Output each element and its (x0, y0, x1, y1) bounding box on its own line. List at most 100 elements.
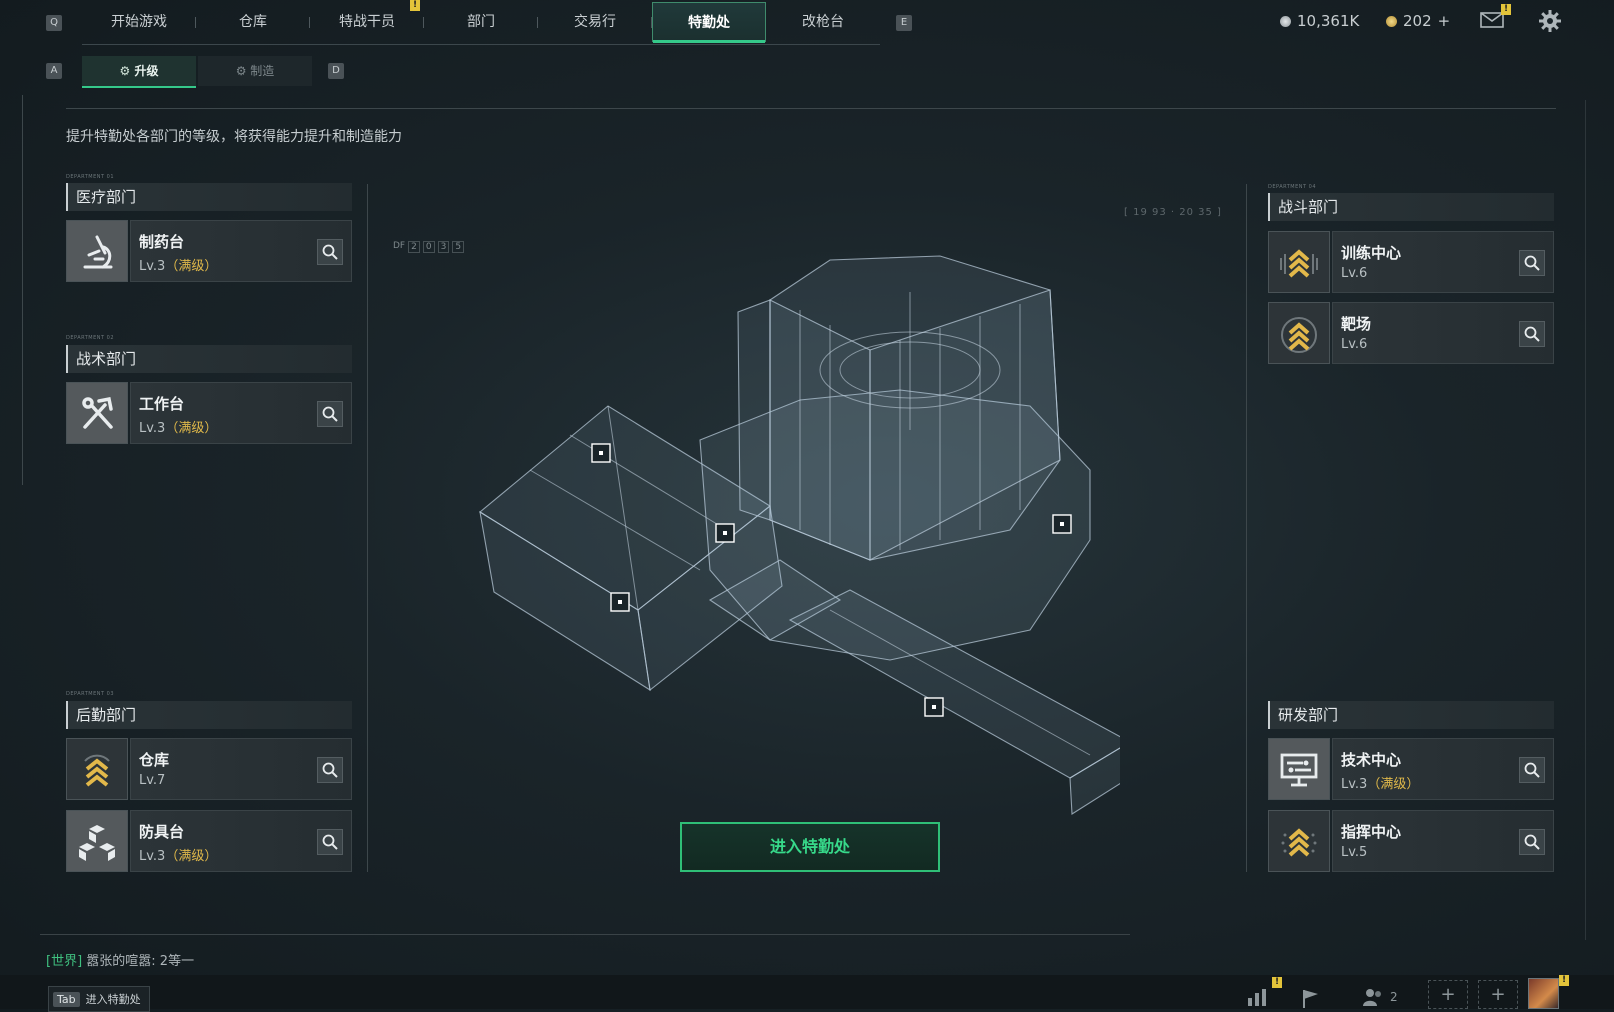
facility-level: Lv.3（满级） (139, 417, 217, 436)
facility-level: Lv.6 (1341, 266, 1367, 281)
command-center-icon-box (1268, 810, 1330, 872)
chat-message[interactable]: [世界] 嚣张的喧嚣: 2等一 (46, 950, 194, 969)
key-hint-d: D (328, 63, 344, 79)
flag-button[interactable] (1300, 988, 1320, 1012)
silver-amount: 10,361K (1297, 12, 1360, 30)
search-icon (322, 406, 338, 422)
gold-currency: 202 + (1386, 12, 1450, 30)
center-left-bracket (367, 184, 368, 872)
training-center-icon-box (1268, 231, 1330, 293)
search-icon (322, 244, 338, 260)
chevron-rank-icon (84, 754, 110, 787)
facility-name: 工作台 (139, 395, 185, 413)
training-center-detail-button[interactable] (1519, 250, 1545, 276)
tab-start-game[interactable]: 开始游戏 (82, 2, 196, 42)
search-icon (1524, 762, 1540, 778)
gold-amount: 202 (1403, 12, 1432, 30)
silver-coin-icon (1280, 15, 1291, 27)
add-team-slot-2[interactable]: + (1478, 980, 1518, 1009)
facility-card-training-center[interactable]: 训练中心 Lv.6 (1268, 231, 1554, 293)
facility-level-value: Lv.7 (139, 773, 166, 788)
pharmacy-detail-button[interactable] (317, 239, 343, 265)
facility-level: Lv.5 (1341, 845, 1367, 860)
facility-name: 指挥中心 (1341, 823, 1402, 841)
facility-maxed: （满级） (165, 421, 218, 436)
tab-operators-label: 特战干员 (339, 14, 395, 30)
avatar[interactable] (1528, 978, 1559, 1009)
hud-code-digit: 5 (452, 241, 465, 253)
friends-count: 2 (1390, 990, 1398, 1004)
dept-title-logistics: 后勤部门 (66, 701, 352, 729)
subtab-upgrade-label: 升级 (134, 64, 159, 78)
tab-special-ops[interactable]: 特勤处 (652, 2, 766, 43)
shooting-range-detail-button[interactable] (1519, 321, 1545, 347)
hud-code-digit: 0 (422, 241, 435, 253)
tab-trade[interactable]: 交易行 (538, 2, 652, 42)
dept-code-tactical: DEPARTMENT 02 (66, 335, 115, 341)
facility-card-tech-center[interactable]: 技术中心 Lv.3（满级） (1268, 738, 1554, 800)
facility-level-value: Lv.3 (139, 849, 166, 864)
facility-card-shooting-range[interactable]: 靶场 Lv.6 (1268, 302, 1554, 364)
tab-shortcut-hint[interactable]: Tab 进入特勤处 (48, 986, 150, 1012)
hud-code-digit: 3 (437, 241, 450, 253)
facility-name: 靶场 (1341, 315, 1372, 333)
plus-icon: + (1440, 984, 1456, 1005)
armor-bench-icon-box (66, 810, 128, 872)
add-team-slot-1[interactable]: + (1428, 980, 1468, 1009)
warehouse-detail-button[interactable] (317, 757, 343, 783)
facility-level-value: Lv.3 (139, 259, 166, 274)
facility-card-workbench[interactable]: 工作台 Lv.3（满级） (66, 382, 352, 444)
facility-level: Lv.7 (139, 773, 165, 788)
tab-department[interactable]: 部门 (424, 2, 538, 42)
key-hint-e: E (896, 15, 912, 31)
facility-level-value: Lv.3 (1341, 777, 1368, 792)
tab-gunsmith[interactable]: 改枪台 (766, 2, 880, 42)
subtab-upgrade[interactable]: ⚙ 升级 (82, 56, 196, 88)
facility-card-command-center[interactable]: 指挥中心 Lv.5 (1268, 810, 1554, 872)
warehouse-body: 仓库 Lv.7 (130, 738, 352, 800)
tab-warehouse[interactable]: 仓库 (196, 2, 310, 42)
stats-button[interactable] (1246, 988, 1268, 1010)
header-divider (66, 108, 1556, 109)
mail-alert-badge: ! (1501, 4, 1511, 15)
chevron-rank-icon (1280, 249, 1318, 278)
hud-code-digit: 2 (408, 241, 420, 253)
left-frame-line (22, 95, 23, 485)
command-center-detail-button[interactable] (1519, 829, 1545, 855)
add-currency-button[interactable]: + (1438, 12, 1451, 30)
armor-bench-detail-button[interactable] (317, 829, 343, 855)
target-rank-icon (1281, 317, 1317, 353)
gear-icon (1539, 10, 1561, 32)
training-center-body: 训练中心 Lv.6 (1332, 231, 1554, 293)
tab-key: Tab (53, 991, 80, 1007)
enter-special-ops-button[interactable]: 进入特勤处 (680, 822, 940, 872)
chevron-rank-icon (1281, 828, 1317, 857)
hud-time-readout: [ 19 93 · 20 35 ] (1124, 207, 1222, 218)
facility-level: Lv.3（满级） (1341, 773, 1419, 792)
chat-channel: [世界] (46, 954, 83, 969)
facility-level: Lv.3（满级） (139, 255, 217, 274)
facility-card-pharmacy[interactable]: 制药台 Lv.3（满级） (66, 220, 352, 282)
tech-center-body: 技术中心 Lv.3（满级） (1332, 738, 1554, 800)
friends-button[interactable]: 2 (1362, 987, 1398, 1007)
tech-center-detail-button[interactable] (1519, 757, 1545, 783)
microscope-icon (83, 235, 113, 269)
dept-code-medical: DEPARTMENT 01 (66, 174, 115, 180)
facility-name: 技术中心 (1341, 751, 1402, 769)
settings-button[interactable] (1538, 9, 1562, 37)
facility-name: 制药台 (139, 233, 185, 251)
tab-operators[interactable]: 特战干员 (310, 2, 424, 42)
facility-card-warehouse[interactable]: 仓库 Lv.7 (66, 738, 352, 800)
pharmacy-icon-box (66, 220, 128, 282)
gold-coin-icon (1386, 15, 1397, 27)
dept-title-research: 研发部门 (1268, 701, 1554, 729)
key-hint-a: A (46, 63, 62, 79)
cubes-icon (79, 825, 115, 861)
subtab-craft-label: 制造 (250, 64, 275, 78)
facility-card-armor-bench[interactable]: 防具台 Lv.3（满级） (66, 810, 352, 872)
subtab-craft[interactable]: ⚙ 制造 (198, 56, 312, 86)
dept-title-combat: 战斗部门 (1268, 193, 1554, 221)
workbench-detail-button[interactable] (317, 401, 343, 427)
facility-maxed: （满级） (1367, 777, 1420, 792)
dept-code-combat: DEPARTMENT 04 (1268, 184, 1317, 190)
